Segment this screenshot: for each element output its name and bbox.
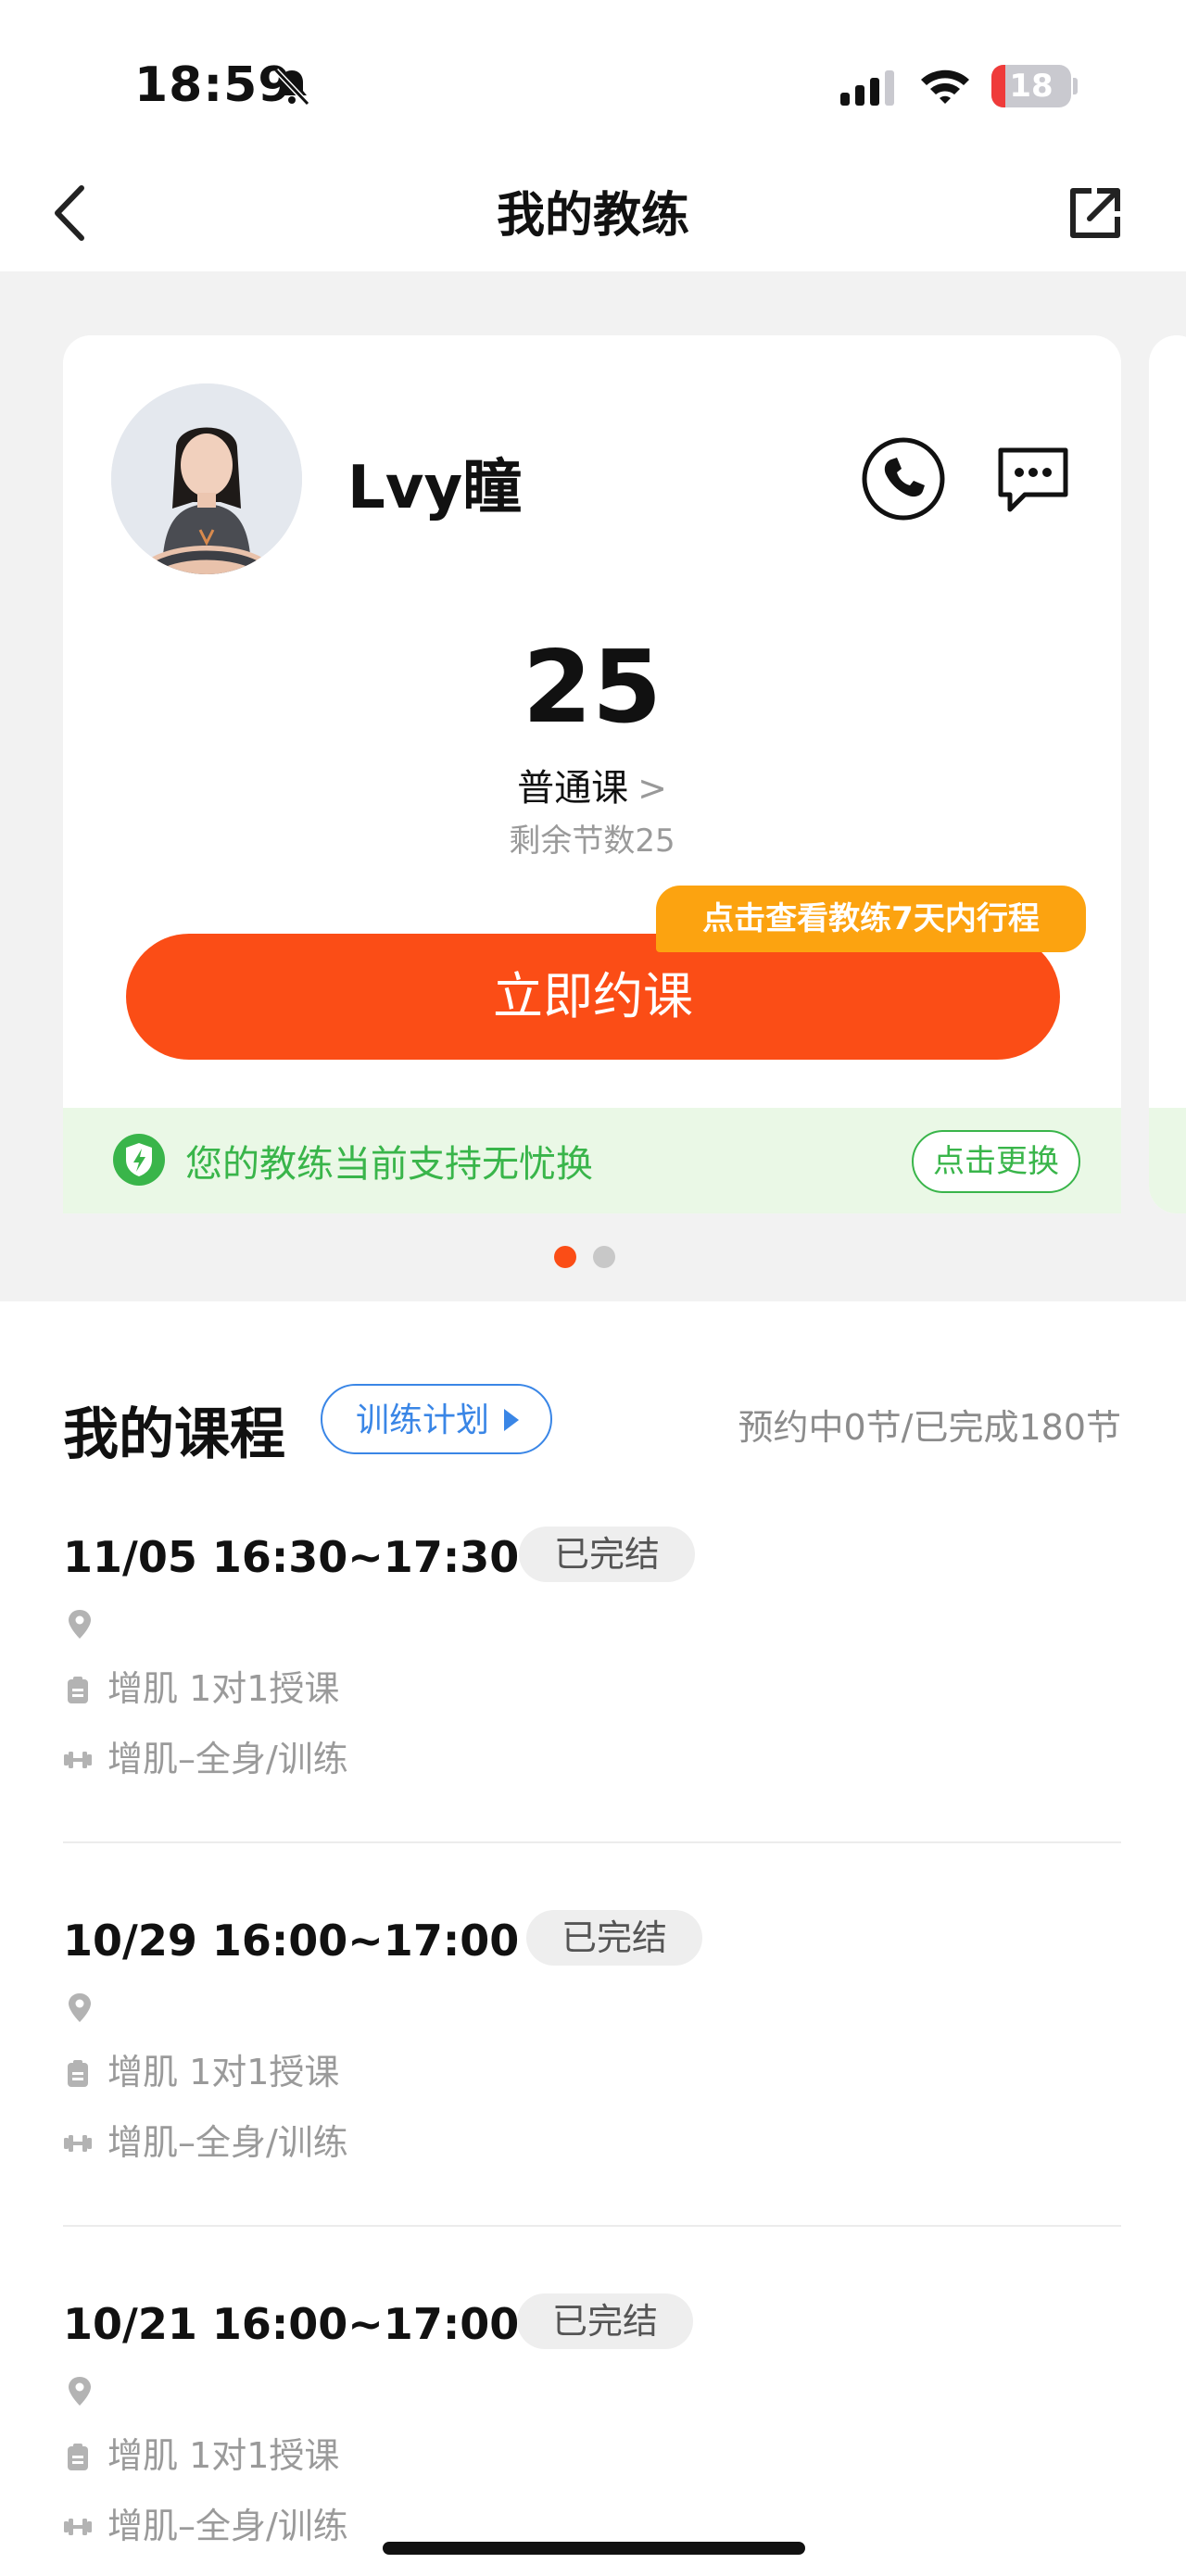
- course-content: 增肌–全身/训练: [107, 2122, 348, 2163]
- home-indicator[interactable]: [383, 2542, 805, 2555]
- battery-indicator: 18: [991, 65, 1078, 107]
- course-type-row: 增肌 1对1授课: [63, 2043, 339, 2094]
- clipboard-icon: [68, 2444, 88, 2470]
- coach-name: Lvy瞳: [347, 454, 523, 522]
- next-coach-card-peek[interactable]: [1149, 335, 1186, 1213]
- chat-icon[interactable]: [993, 443, 1073, 517]
- course-summary: 预约中0节/已完成180节: [738, 1407, 1121, 1448]
- course-status-badge: 已完结: [517, 2293, 693, 2349]
- bell-slash-icon: [273, 68, 310, 107]
- book-lesson-button[interactable]: 立即约课: [126, 934, 1060, 1060]
- phone-icon[interactable]: [860, 435, 947, 522]
- battery-body: 18: [991, 65, 1071, 107]
- course-type: 增肌 1对1授课: [107, 2435, 340, 2476]
- my-courses-title: 我的课程: [63, 1402, 285, 1467]
- course-divider: [63, 2225, 1121, 2227]
- clipboard-icon: [68, 2060, 88, 2087]
- course-type-row: 增肌 1对1授课: [63, 1660, 339, 1711]
- signal-icon: [840, 70, 894, 106]
- carousel-dot-active[interactable]: [554, 1246, 576, 1268]
- training-plan-label: 训练计划: [356, 1401, 490, 1439]
- page-title: 我的教练: [496, 188, 689, 244]
- location-pin-icon: [69, 1610, 91, 1639]
- wifi-icon: [921, 69, 969, 104]
- coach-avatar-image: [111, 383, 302, 574]
- share-icon[interactable]: [1066, 183, 1125, 243]
- remaining-lesson-count: 25: [522, 630, 662, 746]
- course-time: 10/21 16:00~17:00: [63, 2299, 520, 2349]
- course-content-row: 增肌–全身/训练: [63, 1730, 348, 1781]
- dumbbell-icon: [64, 1752, 92, 1768]
- shield-icon: [113, 1134, 165, 1186]
- clipboard-icon: [68, 1677, 88, 1703]
- coach-schedule-badge[interactable]: 点击查看教练7天内行程: [656, 886, 1086, 952]
- course-time: 11/05 16:30~17:30: [63, 1532, 520, 1582]
- course-status-badge: 已完结: [526, 1910, 702, 1966]
- course-time: 10/29 16:00~17:00: [63, 1916, 520, 1966]
- coach-avatar[interactable]: [111, 383, 302, 574]
- course-divider: [63, 1841, 1121, 1843]
- remaining-lessons-text: 剩余节数25: [509, 823, 675, 860]
- course-type: 增肌 1对1授课: [107, 1668, 340, 1709]
- chevron-right-icon: >: [637, 768, 667, 809]
- course-status-badge: 已完结: [519, 1527, 695, 1582]
- dumbbell-icon: [64, 2135, 92, 2152]
- lesson-type-label: 普通课: [517, 767, 629, 810]
- course-type-row: 增肌 1对1授课: [63, 2427, 339, 2478]
- battery-tip: [1073, 78, 1078, 94]
- play-triangle-icon: [504, 1409, 519, 1431]
- carousel-dot[interactable]: [593, 1246, 615, 1268]
- course-content-row: 增肌–全身/训练: [63, 2114, 348, 2165]
- worry-free-switch-text: 您的教练当前支持无忧换: [185, 1143, 593, 1186]
- course-content: 增肌–全身/训练: [107, 2506, 348, 2546]
- status-time: 18:59: [134, 57, 293, 113]
- location-pin-icon: [69, 2377, 91, 2406]
- lesson-type-link[interactable]: 普通课 >: [63, 758, 1121, 811]
- course-content: 增肌–全身/训练: [107, 1739, 348, 1779]
- course-content-row: 增肌–全身/训练: [63, 2497, 348, 2548]
- dumbbell-icon: [64, 2519, 92, 2535]
- location-pin-icon: [69, 1993, 91, 2022]
- battery-level: 18: [1009, 68, 1054, 105]
- course-type: 增肌 1对1授课: [107, 2052, 340, 2092]
- training-plan-button[interactable]: 训练计划: [321, 1384, 552, 1454]
- next-coach-card-banner-peek: [1149, 1108, 1186, 1213]
- switch-coach-button[interactable]: 点击更换: [912, 1130, 1080, 1193]
